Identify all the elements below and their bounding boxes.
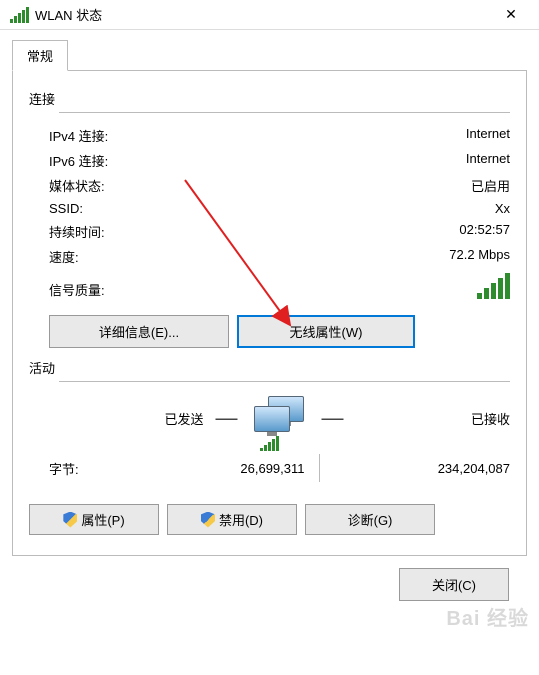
tab-general[interactable]: 常规 [12,40,68,71]
wireless-properties-button[interactable]: 无线属性(W) [237,315,415,348]
bytes-sent-value: 26,699,311 [129,461,305,476]
close-button[interactable]: 关闭(C) [399,568,509,601]
wifi-icon [10,7,29,23]
bytes-label: 字节: [49,459,129,478]
media-state-label: 媒体状态: [49,176,105,195]
diagnose-button[interactable]: 诊断(G) [305,504,435,535]
speed-label: 速度: [49,247,79,266]
shield-icon [201,512,215,528]
connection-header: 连接 [29,89,510,108]
dash-icon: — [320,405,346,431]
duration-label: 持续时间: [49,222,105,241]
ssid-value: Xx [495,201,510,216]
bytes-received-value: 234,204,087 [335,461,511,476]
duration-value: 02:52:57 [459,222,510,241]
sent-label: 已发送 [164,409,213,428]
divider [59,112,510,113]
signal-quality-label: 信号质量: [49,280,105,299]
properties-label: 属性(P) [81,510,124,529]
window-title: WLAN 状态 [35,5,491,24]
activity-header: 活动 [29,358,510,377]
received-label: 已接收 [346,409,511,428]
ipv6-value: Internet [466,151,510,170]
signal-bars-icon [477,275,510,299]
network-activity-icon [250,396,310,440]
title-bar: WLAN 状态 ✕ [0,0,539,30]
disable-button[interactable]: 禁用(D) [167,504,297,535]
signal-bars-small-icon [260,437,279,451]
ssid-label: SSID: [49,201,83,216]
shield-icon [63,512,77,528]
divider [319,454,320,482]
tab-content: 连接 IPv4 连接: Internet IPv6 连接: Internet 媒… [12,71,527,556]
properties-button[interactable]: 属性(P) [29,504,159,535]
ipv4-value: Internet [466,126,510,145]
divider [59,381,510,382]
details-button[interactable]: 详细信息(E)... [49,315,229,348]
tab-strip: 常规 [12,40,527,71]
speed-value: 72.2 Mbps [449,247,510,266]
disable-label: 禁用(D) [219,510,263,529]
close-icon[interactable]: ✕ [491,6,531,23]
media-state-value: 已启用 [471,176,510,195]
ipv6-label: IPv6 连接: [49,151,108,170]
dash-icon: — [214,405,240,431]
ipv4-label: IPv4 连接: [49,126,108,145]
